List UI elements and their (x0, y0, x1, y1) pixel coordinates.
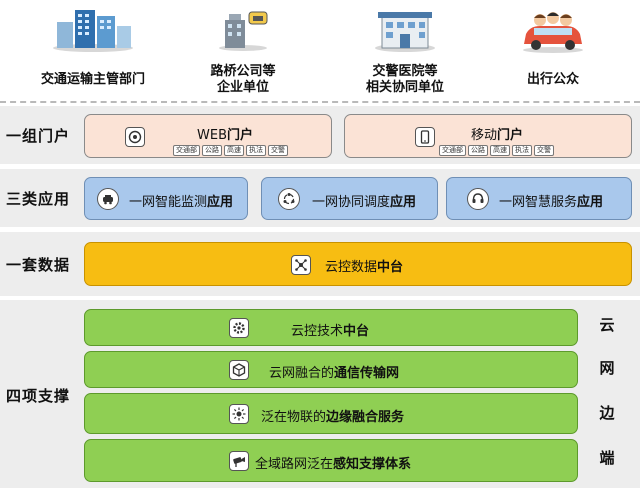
tag-item: 公路 (468, 145, 488, 156)
edge-service-title: 泛在物联的边缘融合服务 (261, 410, 405, 425)
data-hub-icon (291, 255, 311, 275)
mobile-portal-tags: 交通部 公路 高速 执法 交警 (439, 145, 554, 156)
tech-hub-title: 云控技术中台 (291, 324, 370, 339)
family-car-icon (523, 12, 583, 53)
mobile-portal-box[interactable]: 移动门户 交通部 公路 高速 执法 交警 (344, 114, 632, 158)
tag-item: 执法 (512, 145, 532, 156)
side-label-terminal: 端 (599, 449, 615, 467)
tag-item: 交警 (268, 145, 288, 156)
tag-item: 执法 (246, 145, 266, 156)
office-building-icon (53, 10, 133, 52)
monitoring-app-title: 一网智能监测应用 (129, 195, 234, 210)
gear-icon (229, 318, 249, 338)
tech-hub-box[interactable]: 云控技术中台 (84, 309, 578, 346)
stakeholder-transport-authority: 交通运输主管部门 (18, 0, 168, 98)
stakeholder-bridge-company: 路桥公司等 企业单位 (168, 0, 318, 98)
apps-layer-label: 三类应用 (6, 190, 71, 208)
service-app-title: 一网智慧服务应用 (499, 195, 604, 210)
tag-item: 交通部 (439, 145, 466, 156)
edge-service-box[interactable]: 泛在物联的边缘融合服务 (84, 393, 578, 434)
support-layer-label: 四项支撑 (6, 387, 71, 405)
web-portal-tags: 交通部 公路 高速 执法 交警 (173, 145, 288, 156)
tag-item: 交通部 (173, 145, 200, 156)
dispatch-app-title: 一网协同调度应用 (312, 195, 417, 210)
company-tower-icon (219, 11, 268, 51)
edge-sun-icon (229, 404, 249, 424)
tag-item: 公路 (202, 145, 222, 156)
portal-layer-label: 一组门户 (6, 127, 71, 145)
network-cube-icon (229, 360, 249, 380)
dispatch-app-box[interactable]: 一网协同调度应用 (261, 177, 438, 220)
hospital-building-icon (375, 12, 435, 52)
stakeholder-label: 出行公众 (526, 72, 579, 87)
stakeholder-label-line1: 路桥公司等 (210, 64, 276, 79)
stakeholder-label-line2: 相关协同单位 (365, 80, 444, 95)
service-app-box[interactable]: 一网智慧服务应用 (446, 177, 632, 220)
data-hub-box[interactable]: 云控数据中台 (84, 242, 632, 286)
web-portal-box[interactable]: WEB门户 交通部 公路 高速 执法 交警 (84, 114, 332, 158)
data-hub-title: 云控数据中台 (325, 260, 404, 275)
divider-line (0, 101, 640, 103)
vehicle-monitor-icon (97, 188, 119, 210)
mobile-portal-title: 移动门户 (471, 128, 524, 143)
web-portal-title: WEB门户 (197, 128, 254, 143)
tag-item: 高速 (224, 145, 244, 156)
tag-item: 高速 (490, 145, 510, 156)
stakeholder-label: 交通运输主管部门 (40, 72, 145, 87)
sensing-system-box[interactable]: 全域路网泛在感知支撑体系 (84, 439, 578, 482)
camera-sensor-icon (229, 451, 249, 471)
sensing-system-title: 全域路网泛在感知支撑体系 (255, 457, 412, 472)
comm-network-box[interactable]: 云网融合的通信传输网 (84, 351, 578, 388)
stakeholder-label-line2: 企业单位 (216, 80, 269, 95)
monitoring-app-box[interactable]: 一网智能监测应用 (84, 177, 248, 220)
web-portal-icon (125, 127, 145, 147)
side-label-network: 网 (599, 359, 615, 377)
stakeholder-police-hospital: 交警医院等 相关协同单位 (330, 0, 480, 98)
side-label-edge: 边 (599, 404, 615, 422)
cycle-dispatch-icon (278, 188, 300, 210)
service-headset-icon (467, 188, 489, 210)
tag-item: 交警 (534, 145, 554, 156)
comm-network-title: 云网融合的通信传输网 (269, 366, 400, 381)
mobile-phone-icon (415, 127, 435, 147)
stakeholder-public-travelers: 出行公众 (478, 0, 628, 98)
stakeholder-label-line1: 交警医院等 (372, 64, 438, 79)
data-layer-label: 一套数据 (6, 256, 71, 274)
side-label-cloud: 云 (599, 316, 615, 334)
